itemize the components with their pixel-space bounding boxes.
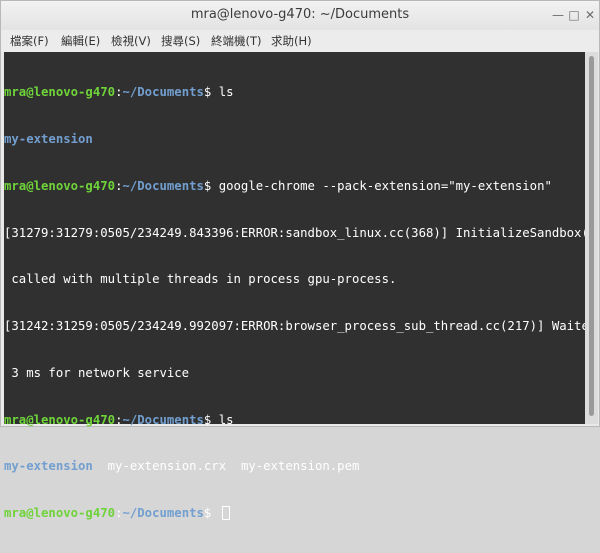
terminal-line: 3 ms for network service [4, 366, 585, 382]
output-text: [31242:31259:0505/234249.992097:ERROR:br… [4, 319, 597, 334]
prompt-symbol: $ [203, 412, 219, 427]
output-text: called with multiple threads in process … [4, 272, 397, 287]
scrollbar-thumb[interactable] [589, 56, 594, 416]
output-text: [31279:31279:0505/234249.843396:ERROR:sa… [4, 225, 597, 240]
terminal-screen[interactable]: mra@lenovo-g470:~/Documents$ ls my-exten… [4, 52, 596, 521]
prompt-user: mra@lenovo-g470 [4, 412, 116, 427]
terminal-line: mra@lenovo-g470:~/Documents$ [4, 506, 585, 522]
vertical-scrollbar[interactable] [585, 52, 598, 424]
prompt-path: ~/Documents [122, 85, 204, 100]
terminal-line: mra@lenovo-g470:~/Documents$ google-chro… [4, 179, 585, 195]
menu-view[interactable]: 檢視(V) [111, 33, 151, 49]
command-text: google-chrome --pack-extension="my-exten… [218, 178, 552, 193]
menu-search[interactable]: 搜尋(S) [161, 33, 200, 49]
terminal-line: my-extension [4, 132, 585, 148]
terminal-line: mra@lenovo-g470:~/Documents$ ls [4, 413, 585, 429]
menu-file[interactable]: 檔案(F) [10, 33, 49, 49]
menu-bar: 檔案(F) 編輯(E) 檢視(V) 搜尋(S) 終端機(T) 求助(H) [1, 30, 599, 52]
maximize-icon[interactable]: □ [566, 7, 582, 23]
menu-help[interactable]: 求助(H) [271, 33, 312, 49]
output-directory: my-extension [4, 459, 93, 474]
prompt-path: ~/Documents [122, 506, 204, 521]
output-text: 3 ms for network service [4, 365, 190, 380]
output-file: my-extension.crx [107, 459, 227, 474]
output-file: my-extension.pem [240, 459, 360, 474]
prompt-symbol: $ [203, 85, 219, 100]
close-icon[interactable]: ✕ [582, 7, 598, 23]
minimize-icon[interactable]: — [550, 7, 566, 23]
terminal-line: mra@lenovo-g470:~/Documents$ ls [4, 85, 585, 101]
prompt-user: mra@lenovo-g470 [4, 178, 116, 193]
terminal-line: my-extension my-extension.crx my-extensi… [4, 459, 585, 475]
window-title: mra@lenovo-g470: ~/Documents [190, 7, 410, 22]
terminal-line: [31242:31259:0505/234249.992097:ERROR:br… [4, 319, 596, 335]
prompt-user: mra@lenovo-g470 [4, 506, 116, 521]
menu-terminal[interactable]: 終端機(T) [211, 33, 262, 49]
prompt-user: mra@lenovo-g470 [4, 85, 116, 100]
text-cursor [221, 506, 230, 521]
terminal-line: called with multiple threads in process … [4, 272, 585, 288]
output-directory: my-extension [4, 131, 93, 146]
command-text: ls [218, 412, 234, 427]
terminal-line: [31279:31279:0505/234249.843396:ERROR:sa… [4, 226, 596, 242]
terminal-window: mra@lenovo-g470: ~/Documents — □ ✕ 檔案(F)… [0, 0, 600, 521]
prompt-path: ~/Documents [122, 412, 204, 427]
prompt-separator: : [115, 506, 123, 521]
prompt-symbol: $ [203, 506, 219, 521]
command-text: ls [218, 85, 234, 100]
prompt-path: ~/Documents [122, 178, 204, 193]
prompt-symbol: $ [203, 178, 219, 193]
menu-edit[interactable]: 編輯(E) [61, 33, 100, 49]
title-bar[interactable]: mra@lenovo-g470: ~/Documents — □ ✕ [1, 1, 599, 30]
